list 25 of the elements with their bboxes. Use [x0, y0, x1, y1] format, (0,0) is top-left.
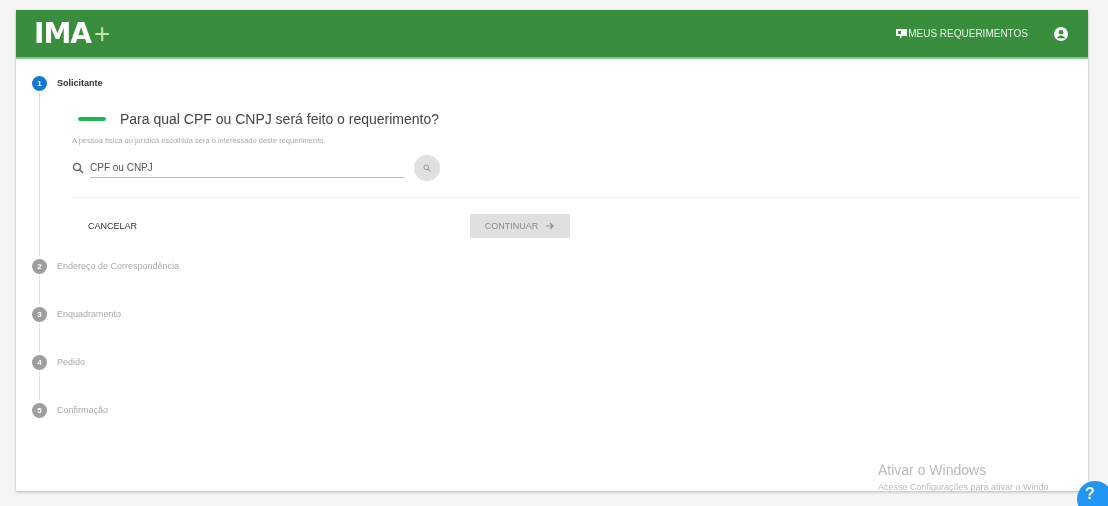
step-number[interactable]: 2: [32, 258, 47, 274]
accent-bar: [78, 117, 106, 121]
cpf-cnpj-input[interactable]: CPF ou CNPJ: [90, 158, 404, 178]
question-title: Para qual CPF ou CNPJ será feito o requerimento?: [120, 111, 440, 127]
step-number[interactable]: 4: [32, 354, 47, 370]
my-requests-link[interactable]: MEUS REQUERIMENTOS: [908, 28, 1028, 39]
account-icon[interactable]: [1054, 26, 1068, 41]
activation-title: Ativar o Windows: [878, 462, 988, 478]
step-number[interactable]: 3: [32, 306, 47, 322]
step-label[interactable]: Solicitante: [57, 78, 103, 88]
chat-icon[interactable]: [895, 27, 909, 40]
activation-message: Acesse Configurações para ativar o Windo: [878, 482, 1049, 492]
help-button[interactable]: ?: [1077, 481, 1108, 506]
step-number[interactable]: 1: [32, 75, 47, 91]
search-icon: [423, 164, 431, 172]
logo-plus[interactable]: +: [93, 17, 111, 50]
arrow-right-icon: [546, 222, 556, 230]
logo-text[interactable]: IMA: [34, 17, 91, 50]
step-label[interactable]: Endereço de Correspondência: [57, 261, 180, 271]
step-number[interactable]: 5: [32, 402, 47, 418]
search-icon: [72, 162, 84, 174]
step-label[interactable]: Enquadramento: [57, 309, 122, 319]
cancel-button[interactable]: CANCELAR: [88, 221, 470, 231]
step-label[interactable]: Pedido: [57, 357, 86, 367]
step-label[interactable]: Confirmação: [57, 405, 109, 415]
